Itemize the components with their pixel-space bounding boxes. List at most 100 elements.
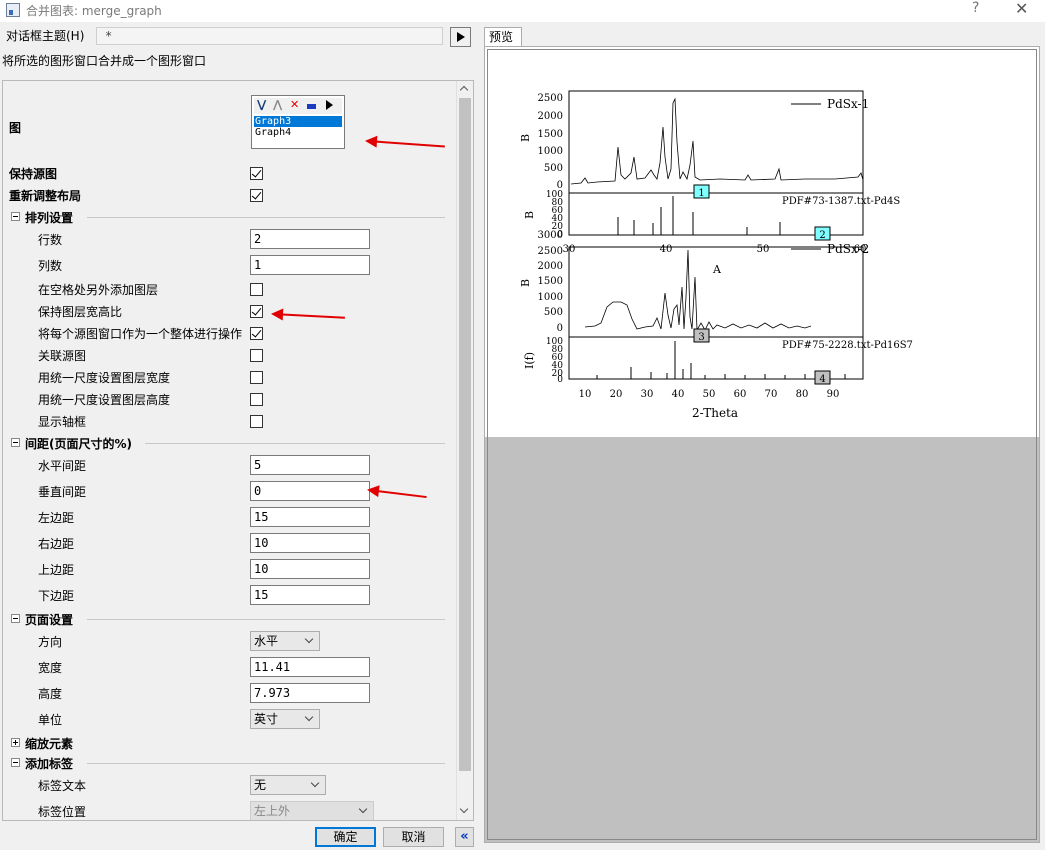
divider [87,217,445,218]
bottom-margin-label: 下边距 [38,589,75,603]
tick-label: 2000 [538,111,563,122]
tick-label: 500 [544,163,563,174]
tick-label: 1500 [538,276,563,287]
orientation-select[interactable]: 水平 [250,631,320,651]
uniform-height-checkbox[interactable] [250,393,263,406]
tick-label: 2000 [538,261,563,272]
preview-pane: 2500 2000 1500 1000 500 0 B PdSx-1 100 8… [484,46,1040,843]
height-label: 高度 [38,687,63,701]
page-setup-collapse-toggle[interactable] [11,614,20,623]
left-margin-input[interactable]: 15 [250,507,370,527]
h-gap-input[interactable]: 5 [250,455,370,475]
scale-header: 缩放元素 [25,737,74,751]
bottom-margin-input[interactable]: 15 [250,585,370,605]
dialog-description: 将所选的图形窗口合并成一个图形窗口 [2,54,207,68]
ok-button[interactable]: 确定 [315,827,376,847]
theme-label: 对话框主题(H) [6,29,85,43]
scroll-down-icon[interactable] [457,803,473,820]
uniform-width-checkbox[interactable] [250,371,263,384]
tick-label: 1000 [538,146,563,157]
labels-header: 添加标签 [25,757,74,771]
tick-label: 30 [641,389,654,400]
window-title: 合并图表: merge_graph [26,4,162,18]
unit-label: 单位 [38,713,63,727]
label-text-select[interactable]: 无 [250,775,326,795]
legend-label: PDF#73-1387.txt-Pd4S [782,196,900,207]
scroll-thumb[interactable] [459,98,471,771]
label-position-label: 标签位置 [38,805,87,819]
play-icon[interactable] [326,100,333,110]
panel-scrollbar[interactable] [456,81,473,820]
legend-label: PDF#75-2228.txt-Pd16S7 [782,340,913,351]
panel-1-frame [568,90,864,194]
uniform-height-label: 用统一尺度设置图层高度 [38,393,171,407]
labels-collapse-toggle[interactable] [11,758,20,767]
collapse-preview-button[interactable]: « [455,827,474,847]
tick-label: 1500 [538,129,563,140]
help-button[interactable]: ? [972,0,979,16]
merged-graph-preview: 2500 2000 1500 1000 500 0 B PdSx-1 100 8… [519,90,913,420]
cols-input[interactable]: 1 [250,255,370,275]
layer-badge-label: 4 [819,374,825,385]
panel-3-frame [568,246,864,338]
add-extra-layer-label: 在空格处另外添加图层 [38,283,159,297]
tick-label: 50 [757,244,770,255]
relayout-checkbox[interactable] [250,189,263,202]
title-bar: 合并图表: merge_graph ? ✕ [0,0,1045,22]
tick-label: 2500 [538,246,563,257]
graph-list-item[interactable]: Graph3 [254,116,342,127]
keep-ratio-checkbox[interactable] [250,305,263,318]
top-margin-label: 上边距 [38,563,75,577]
keep-source-checkbox[interactable] [250,167,263,180]
cancel-button[interactable]: 取消 [383,827,444,847]
cols-label: 列数 [38,259,63,273]
width-label: 宽度 [38,661,63,675]
rows-input[interactable]: 2 [250,229,370,249]
layer-badge-label: 2 [819,230,825,241]
top-margin-input[interactable]: 10 [250,559,370,579]
tick-label: 60 [734,389,747,400]
tick-label: 90 [827,389,840,400]
scroll-up-icon[interactable] [457,81,473,98]
as-whole-checkbox[interactable] [250,327,263,340]
close-button[interactable]: ✕ [1015,0,1028,18]
label-position-select[interactable]: 左上外 [250,801,374,820]
tick-label: 0 [557,375,563,385]
keep-ratio-label: 保持图层宽高比 [38,305,123,319]
add-extra-layer-checkbox[interactable] [250,283,263,296]
delete-icon[interactable]: ✕ [290,98,299,111]
spacing-collapse-toggle[interactable] [11,438,20,447]
uniform-width-label: 用统一尺度设置图层宽度 [38,371,171,385]
legend-label: PdSx-2 [827,242,869,256]
v-gap-input[interactable]: 0 [250,481,370,501]
link-source-checkbox[interactable] [250,349,263,362]
graph-list-toolbar: ⋁ ⋀ ✕ [254,98,342,114]
unit-select[interactable]: 英寸 [250,709,320,729]
layer-badge-label: 1 [698,188,704,199]
arrange-collapse-toggle[interactable] [11,212,20,221]
tab-preview[interactable]: 预览 [484,27,522,47]
theme-input[interactable]: * [96,27,443,45]
chevron-down-icon[interactable]: ⋁ [257,98,266,111]
red-arrow-annotation [272,313,345,319]
theme-menu-button[interactable] [450,27,471,47]
width-input[interactable]: 11.41 [250,657,370,677]
show-frame-checkbox[interactable] [250,415,263,428]
tick-label: 30 [563,244,576,255]
scale-expand-toggle[interactable] [11,738,20,747]
graph-list-item[interactable]: Graph4 [254,127,342,138]
height-input[interactable]: 7.973 [250,683,370,703]
minus-icon[interactable] [307,104,316,109]
tick-label: 3000 [538,230,563,241]
tick-label: 50 [703,389,716,400]
left-margin-label: 左边距 [38,511,75,525]
arrange-header: 排列设置 [25,211,74,225]
right-margin-input[interactable]: 10 [250,533,370,553]
tick-label: 40 [672,389,685,400]
axis-label: B [523,211,536,219]
show-frame-label: 显示轴框 [38,415,87,429]
label-text-label: 标签文本 [38,779,87,793]
axis-label: I(f) [523,352,536,369]
graph-list[interactable]: ⋁ ⋀ ✕ Graph3 Graph4 [251,95,345,149]
chevron-up-icon[interactable]: ⋀ [273,98,282,111]
